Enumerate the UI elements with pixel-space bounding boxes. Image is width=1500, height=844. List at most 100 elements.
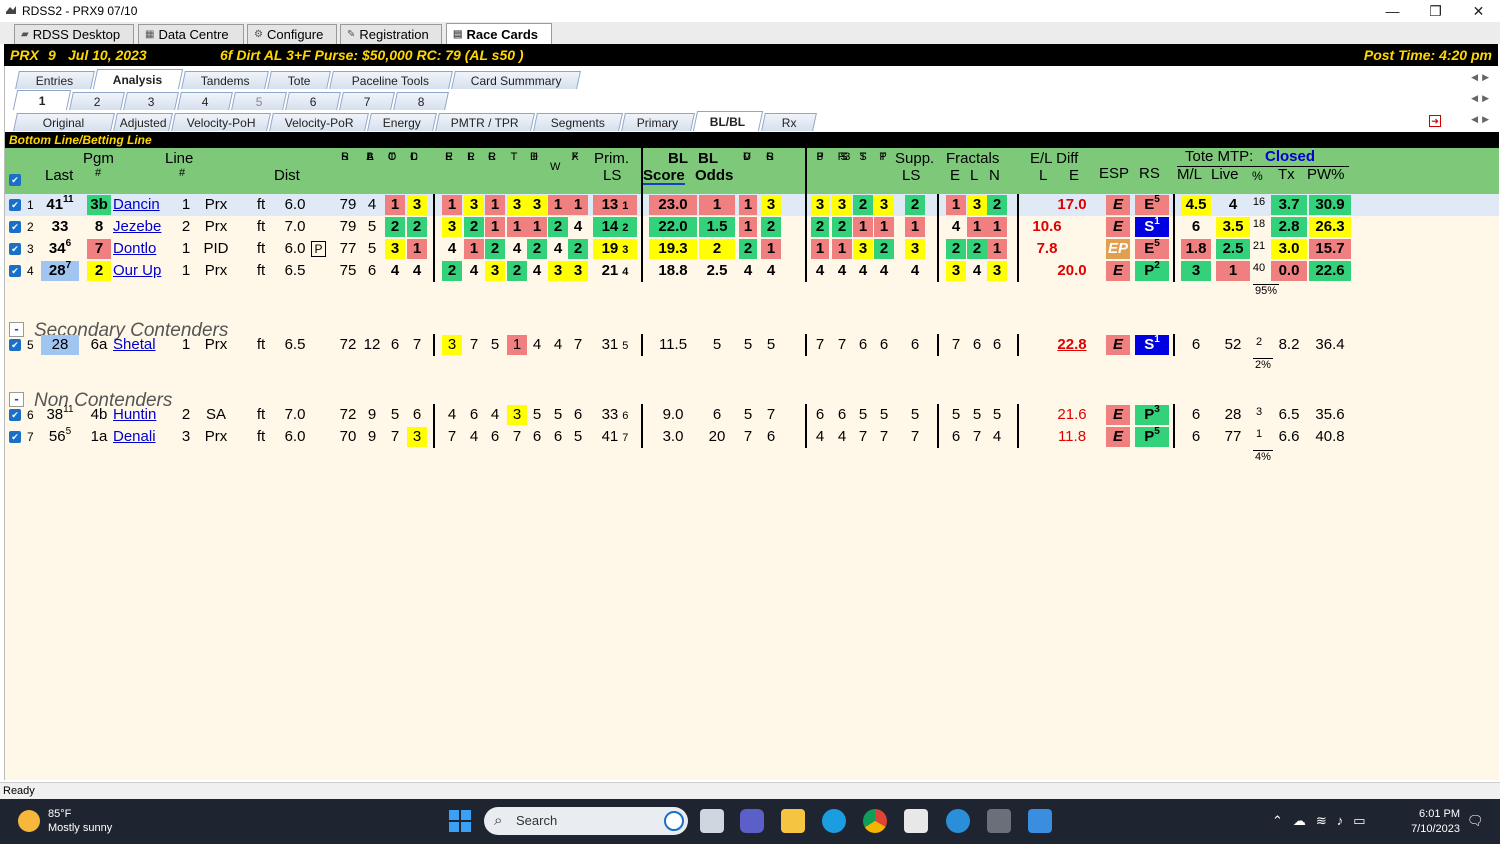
tab-registration[interactable]: ✎ Registration — [340, 24, 442, 44]
cell-dist-flag: P — [311, 241, 326, 257]
tab-bl-bl[interactable]: BL/BL — [692, 111, 764, 131]
cell-horse-name[interactable]: Our Up — [113, 261, 173, 281]
tab-pmtr-tpr[interactable]: PMTR / TPR — [435, 113, 535, 131]
rdss-app-icon[interactable] — [987, 809, 1011, 833]
file-explorer-icon[interactable] — [781, 809, 805, 833]
cell-pgm: 7 — [87, 239, 111, 259]
cell-dcl: 3 — [407, 427, 427, 447]
cell-hid: 4 — [532, 336, 542, 353]
cell-rs: P2 — [1135, 261, 1169, 281]
horse-row[interactable]: ✔ 3 346 7 3 1 4 1 2 4 2 4 2 19.3 2 2 1 1 1 3 2 3 2 2 1 1.8 2.5 3.0 1… — [5, 238, 1499, 260]
cell-fn: 4 — [992, 428, 1002, 445]
horse-row[interactable]: ✔ 7 565 1a 7 3 7 4 6 7 6 6 5 3.0 20 7 6 4 4 7 7 7 6 7 4 6 77 6.6 40.… — [5, 426, 1499, 448]
cell-csr: 6 — [766, 428, 776, 445]
cell-tx: 3.0 — [1271, 239, 1307, 259]
cell-horse-name[interactable]: Shetal — [113, 335, 173, 355]
cell-horse-name[interactable]: Dancin — [113, 195, 173, 215]
scroll-arrows-icon[interactable]: ◀▶ — [1471, 72, 1493, 83]
export-icon[interactable]: ➜ — [1429, 115, 1441, 127]
race-tab-8[interactable]: 8 — [393, 92, 449, 110]
row-checkbox[interactable]: ✔ — [9, 409, 21, 421]
taskbar-search[interactable]: ⌕ Search — [484, 807, 688, 835]
clock[interactable]: 6:01 PM 7/10/2023 — [1400, 807, 1460, 837]
horse-row[interactable]: ✔ 1 4111 3b 1 3 1 3 1 3 3 1 1 23.0 1 1 3 3 3 2 3 2 1 3 2 4.5 4 3.7 3… — [5, 194, 1499, 216]
horse-row[interactable]: ✔ 6 3811 4b 5 6 4 6 4 3 5 5 6 9.0 6 5 7 6 6 5 5 5 5 5 5 6 28 6.5 35.… — [5, 404, 1499, 426]
mshp-app-icon[interactable] — [1028, 809, 1052, 833]
tab-race-cards[interactable]: ▤ Race Cards — [446, 23, 552, 44]
horse-row[interactable]: ✔ 5 28 6a 6 7 3 7 5 1 4 4 7 11.5 5 5 5 7 7 6 6 6 7 6 6 6 52 8.2 36.4… — [5, 334, 1499, 356]
weather-widget[interactable]: 85°F Mostly sunny — [18, 807, 112, 835]
notification-icon[interactable]: 🗨 — [1467, 813, 1484, 829]
column-separator — [641, 404, 643, 448]
cell-cpr: 2 — [485, 239, 505, 259]
tab-adjusted[interactable]: Adjusted — [113, 113, 173, 131]
tab-rx[interactable]: Rx — [761, 113, 817, 131]
row-checkbox[interactable]: ✔ — [9, 431, 21, 443]
cell-csr: 7 — [766, 406, 776, 423]
cell-ml: 1.8 — [1181, 239, 1211, 259]
tab-configure[interactable]: ⚙ Configure — [247, 24, 337, 44]
column-separator — [1173, 194, 1175, 282]
cell-live: 2.5 — [1216, 239, 1250, 259]
maximize-button[interactable]: ❐ — [1414, 0, 1457, 22]
edge-icon[interactable] — [822, 809, 846, 833]
column-separator — [1017, 404, 1019, 448]
row-checkbox[interactable]: ✔ — [9, 243, 21, 255]
race-tab-1[interactable]: 1 — [12, 90, 72, 110]
race-tab-4[interactable]: 4 — [177, 92, 233, 110]
cell-horse-name[interactable]: Denali — [113, 427, 173, 447]
cell-tsf3: 4 — [837, 428, 847, 445]
tab-card-summary[interactable]: Card Summmary — [451, 71, 581, 89]
cell-horse-name[interactable]: Dontlo — [113, 239, 173, 259]
select-all-checkbox[interactable]: ✔ — [9, 174, 21, 186]
cell-horse-name[interactable]: Huntin — [113, 405, 173, 425]
tab-velocity-poh[interactable]: Velocity-PoH — [171, 113, 271, 131]
minimize-button[interactable]: — — [1371, 0, 1414, 22]
race-tab-7[interactable]: 7 — [339, 92, 395, 110]
cell-fn: 5 — [992, 406, 1002, 423]
cell-sr: 75 — [339, 262, 357, 279]
tab-tandems[interactable]: Tandems — [181, 71, 269, 89]
race-tab-2[interactable]: 2 — [69, 92, 125, 110]
store-icon[interactable] — [904, 809, 928, 833]
tab-original[interactable]: Original — [13, 113, 115, 131]
windows-start-icon[interactable] — [449, 810, 471, 832]
row-checkbox[interactable]: ✔ — [9, 339, 21, 351]
tab-energy[interactable]: Energy — [367, 113, 437, 131]
tab-primary[interactable]: Primary — [621, 113, 695, 131]
cell-pw: 22.6 — [1309, 261, 1351, 281]
chrome-icon[interactable] — [863, 809, 887, 833]
race-tab-6[interactable]: 6 — [285, 92, 341, 110]
scroll-arrows-icon[interactable]: ◀▶ — [1471, 93, 1493, 104]
cell-odds: 1.5 — [699, 217, 735, 237]
horse-row[interactable]: ✔ 2 33 8 2 2 3 2 1 1 1 2 4 22.0 1.5 1 2 2 2 1 1 1 4 1 1 6 3.5 2.8 26… — [5, 216, 1499, 238]
cell-horse-name[interactable]: Jezebe — [113, 217, 173, 237]
cell-vdc: 5 — [743, 336, 753, 353]
race-tab-5[interactable]: 5 — [231, 92, 287, 110]
cell-line: 2 — [181, 406, 191, 423]
tab-paceline-tools[interactable]: Paceline Tools — [329, 71, 453, 89]
tab-velocity-por[interactable]: Velocity-PoR — [269, 113, 369, 131]
cell-lpr: 3 — [464, 195, 484, 215]
scroll-arrows-icon[interactable]: ◀▶ — [1471, 114, 1493, 125]
system-tray[interactable]: ⌃☁≋♪▭ — [1272, 813, 1376, 829]
help-icon[interactable] — [946, 809, 970, 833]
cell-prim: 33 6 — [601, 406, 629, 423]
tab-tote[interactable]: Tote — [267, 71, 331, 89]
row-checkbox[interactable]: ✔ — [9, 221, 21, 233]
task-view-icon[interactable] — [700, 809, 724, 833]
race-conditions: 6f Dirt AL 3+F Purse: $50,000 RC: 79 (AL… — [220, 47, 524, 63]
tab-rdss-desktop[interactable]: ▰ RDSS Desktop — [14, 24, 134, 44]
cell-sr: 79 — [339, 196, 357, 213]
cell-csr: 3 — [761, 195, 781, 215]
row-checkbox[interactable]: ✔ — [9, 199, 21, 211]
chat-icon[interactable] — [740, 809, 764, 833]
horse-row[interactable]: ✔ 4 287 2 4 4 2 4 3 2 4 3 3 18.8 2.5 4 4 4 4 4 4 4 3 4 3 3 1 0.0 22.… — [5, 260, 1499, 282]
tab-analysis[interactable]: Analysis — [92, 69, 184, 89]
tab-segments[interactable]: Segments — [533, 113, 623, 131]
row-checkbox[interactable]: ✔ — [9, 265, 21, 277]
close-button[interactable]: ✕ — [1457, 0, 1500, 22]
tab-entries[interactable]: Entries — [15, 71, 95, 89]
race-tab-3[interactable]: 3 — [123, 92, 179, 110]
tab-data-centre[interactable]: ▦ Data Centre — [138, 24, 244, 44]
